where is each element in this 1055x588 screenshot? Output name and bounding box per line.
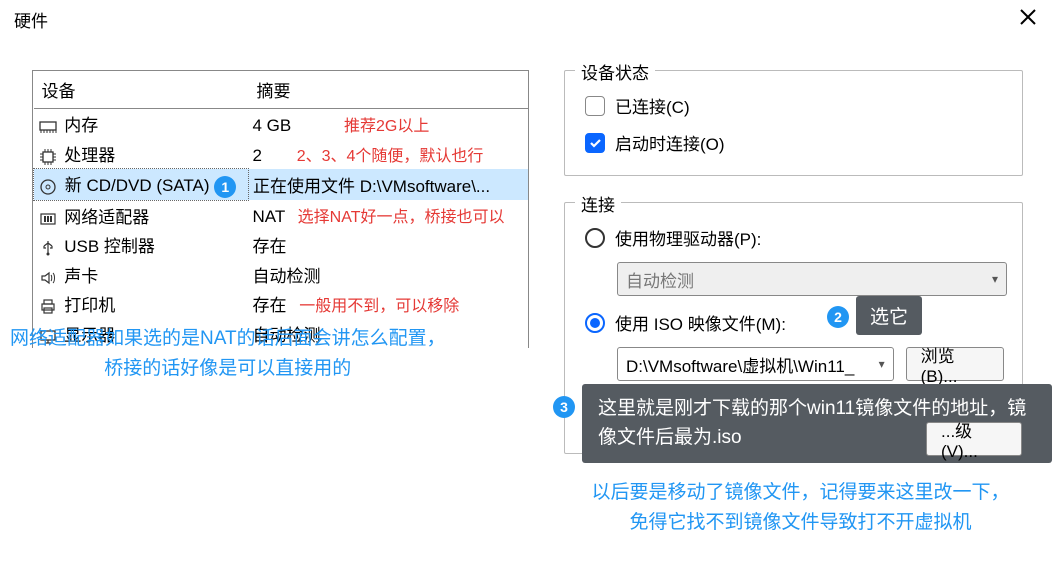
device-summary: 2: [253, 146, 262, 165]
annotation-badge-2: 2: [827, 306, 849, 328]
connect-on-power-checkbox[interactable]: [585, 133, 605, 153]
check-icon: [588, 136, 602, 150]
iso-path-value: D:\VMsoftware\虚拟机\Win11_: [626, 352, 854, 377]
device-row-printer[interactable]: 打印机 存在 一般用不到，可以移除: [34, 289, 529, 319]
use-physical-radio[interactable]: [585, 228, 605, 248]
device-summary: NAT: [253, 207, 285, 226]
connected-label: 已连接(C): [615, 93, 690, 118]
device-row-cddvd[interactable]: 新 CD/DVD (SATA) 1 正在使用文件 D:\VMsoftware\.…: [34, 169, 529, 201]
annotation: 一般用不到，可以移除: [299, 298, 459, 315]
annotation: 推荐2G以上: [344, 118, 429, 135]
chevron-down-icon: ▾: [992, 272, 998, 286]
physical-drive-dropdown[interactable]: 自动检测 ▾: [617, 262, 1007, 296]
device-summary: 存在: [253, 296, 287, 315]
close-icon: [1019, 8, 1037, 26]
annotation-note-nat: 网络适配器如果选的是NAT的话后面会讲怎么配置， 桥接的话好像是可以直接用的: [10, 324, 446, 385]
sound-icon: [38, 267, 58, 287]
device-summary: 4 GB: [253, 116, 292, 135]
device-name: 声卡: [64, 267, 98, 286]
disc-icon: [38, 177, 58, 197]
chevron-down-icon: ▾: [879, 357, 885, 371]
advanced-button[interactable]: ...级(V)...: [926, 422, 1022, 456]
close-button[interactable]: [1013, 6, 1043, 32]
hardware-device-panel: 设备 摘要 内存 4 GB 推荐2G以上: [32, 70, 529, 348]
use-iso-label: 使用 ISO 映像文件(M):: [615, 310, 786, 335]
connected-checkbox[interactable]: [585, 96, 605, 116]
browse-button[interactable]: 浏览(B)...: [906, 347, 1004, 381]
annotation-badge-3: 3: [553, 396, 575, 418]
connection-legend: 连接: [575, 191, 621, 216]
device-name: 新 CD/DVD (SATA): [65, 176, 210, 195]
connect-on-power-label: 启动时连接(O): [615, 130, 725, 155]
device-row-sound[interactable]: 声卡 自动检测: [34, 260, 529, 290]
use-physical-label: 使用物理驱动器(P):: [615, 225, 761, 250]
device-state-group: 设备状态 已连接(C) 启动时连接(O): [564, 70, 1023, 176]
annotation: 选择NAT好一点，桥接也可以: [298, 209, 505, 226]
memory-icon: [38, 117, 58, 137]
annotation: 2、3、4个随便，默认也行: [297, 148, 484, 165]
device-name: 打印机: [64, 296, 115, 315]
col-header-device[interactable]: 设备: [34, 71, 249, 109]
device-name: 内存: [64, 116, 98, 135]
device-summary: 正在使用文件 D:\VMsoftware\...: [253, 177, 490, 196]
col-header-summary[interactable]: 摘要: [249, 71, 529, 109]
cpu-icon: [38, 146, 58, 166]
device-name: USB 控制器: [64, 237, 155, 256]
device-row-cpu[interactable]: 处理器 2 2、3、4个随便，默认也行: [34, 139, 529, 169]
iso-path-dropdown[interactable]: D:\VMsoftware\虚拟机\Win11_ ▾: [617, 347, 894, 381]
device-name: 处理器: [64, 146, 115, 165]
printer-icon: [38, 297, 58, 317]
tooltip-select-it: 选它: [856, 296, 922, 335]
network-icon: [38, 208, 58, 228]
use-iso-radio[interactable]: [585, 313, 605, 333]
device-state-legend: 设备状态: [575, 59, 655, 84]
usb-icon: [38, 238, 58, 258]
hardware-table: 设备 摘要 内存 4 GB 推荐2G以上: [33, 71, 528, 348]
device-row-memory[interactable]: 内存 4 GB 推荐2G以上: [34, 109, 529, 139]
device-row-network[interactable]: 网络适配器 NAT 选择NAT好一点，桥接也可以: [34, 200, 529, 230]
device-row-usb[interactable]: USB 控制器 存在: [34, 230, 529, 260]
annotation-note-move-iso: 以后要是移动了镜像文件，记得要来这里改一下， 免得它找不到镜像文件导致打不开虚拟…: [548, 478, 1053, 539]
device-name: 网络适配器: [64, 208, 149, 227]
physical-drive-value: 自动检测: [626, 267, 694, 292]
device-summary: 存在: [253, 237, 287, 256]
dialog-title: 硬件: [14, 7, 48, 32]
device-summary: 自动检测: [253, 267, 321, 286]
annotation-badge-1: 1: [214, 176, 236, 198]
